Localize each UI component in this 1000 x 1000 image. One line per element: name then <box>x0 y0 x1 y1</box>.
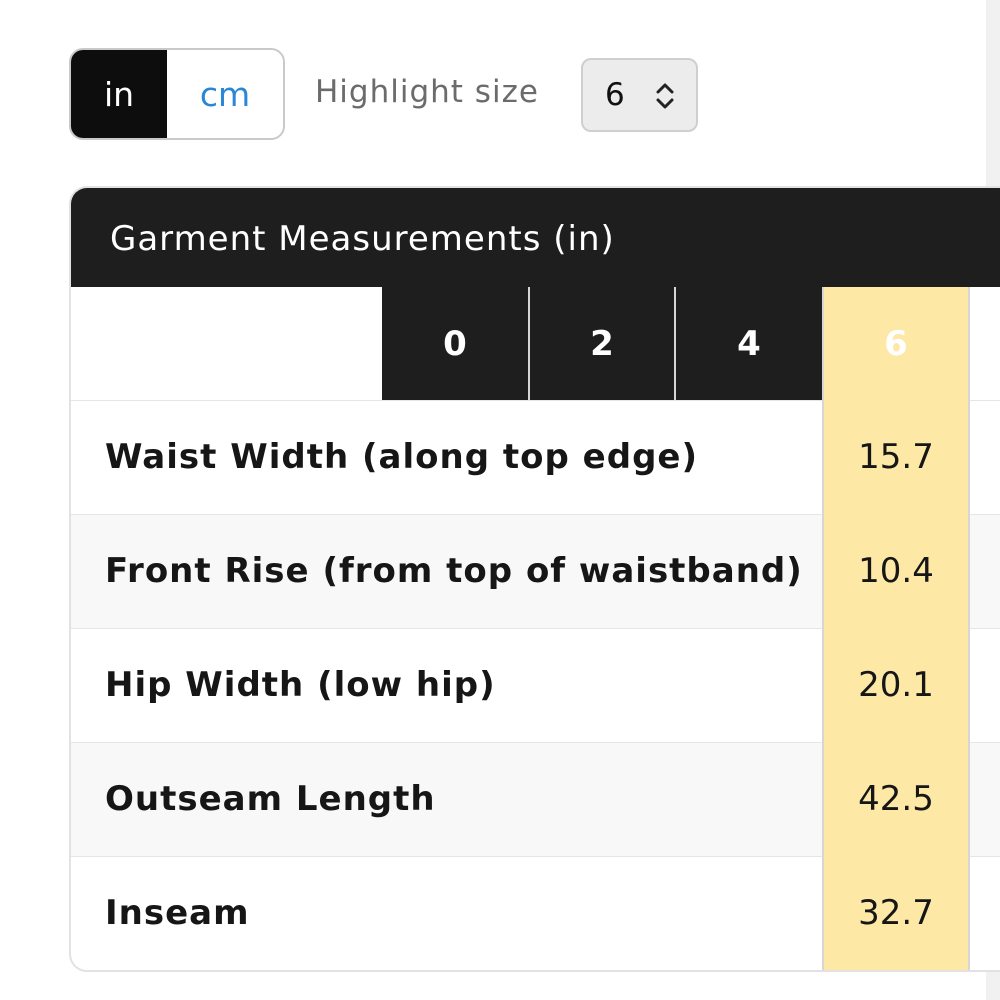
table-title: Garment Measurements (in) <box>110 219 615 259</box>
row-label: Inseam <box>105 893 250 933</box>
size-chart-page: in cm Highlight size 6 Garment Measureme… <box>0 0 1000 1000</box>
size-header-6-highlighted[interactable]: 6 <box>822 287 970 400</box>
unit-in-button[interactable]: in <box>71 50 167 138</box>
size-header-4[interactable]: 4 <box>674 287 822 400</box>
table-row: Front Rise (from top of waistband) 10.4 <box>71 514 1000 628</box>
row-label: Front Rise (from top of waistband) <box>105 551 803 591</box>
table-row: Waist Width (along top edge) 15.7 <box>71 400 1000 514</box>
row-label: Hip Width (low hip) <box>105 665 496 705</box>
table-title-bar: Garment Measurements (in) <box>71 188 1000 287</box>
row-value-highlighted: 15.7 <box>822 400 970 514</box>
size-header-2[interactable]: 2 <box>528 287 674 400</box>
row-label: Outseam Length <box>105 779 436 819</box>
table-row: Inseam 32.7 <box>71 856 1000 970</box>
highlight-size-select[interactable]: 6 <box>581 58 698 132</box>
row-label: Waist Width (along top edge) <box>105 437 699 477</box>
row-value-highlighted: 10.4 <box>822 514 970 628</box>
table-row: Outseam Length 42.5 <box>71 742 1000 856</box>
unit-toggle: in cm <box>69 48 285 140</box>
measurements-table: Garment Measurements (in) 0 2 4 6 Waist … <box>69 186 1000 972</box>
selected-size-value: 6 <box>605 77 625 113</box>
chevron-up-down-icon <box>656 83 674 109</box>
row-value-highlighted: 32.7 <box>822 856 970 970</box>
row-value-highlighted: 20.1 <box>822 628 970 742</box>
size-header-0[interactable]: 0 <box>382 287 528 400</box>
row-value-highlighted: 42.5 <box>822 742 970 856</box>
table-row: Hip Width (low hip) 20.1 <box>71 628 1000 742</box>
highlight-size-label: Highlight size <box>315 74 539 110</box>
unit-cm-button[interactable]: cm <box>167 50 283 138</box>
